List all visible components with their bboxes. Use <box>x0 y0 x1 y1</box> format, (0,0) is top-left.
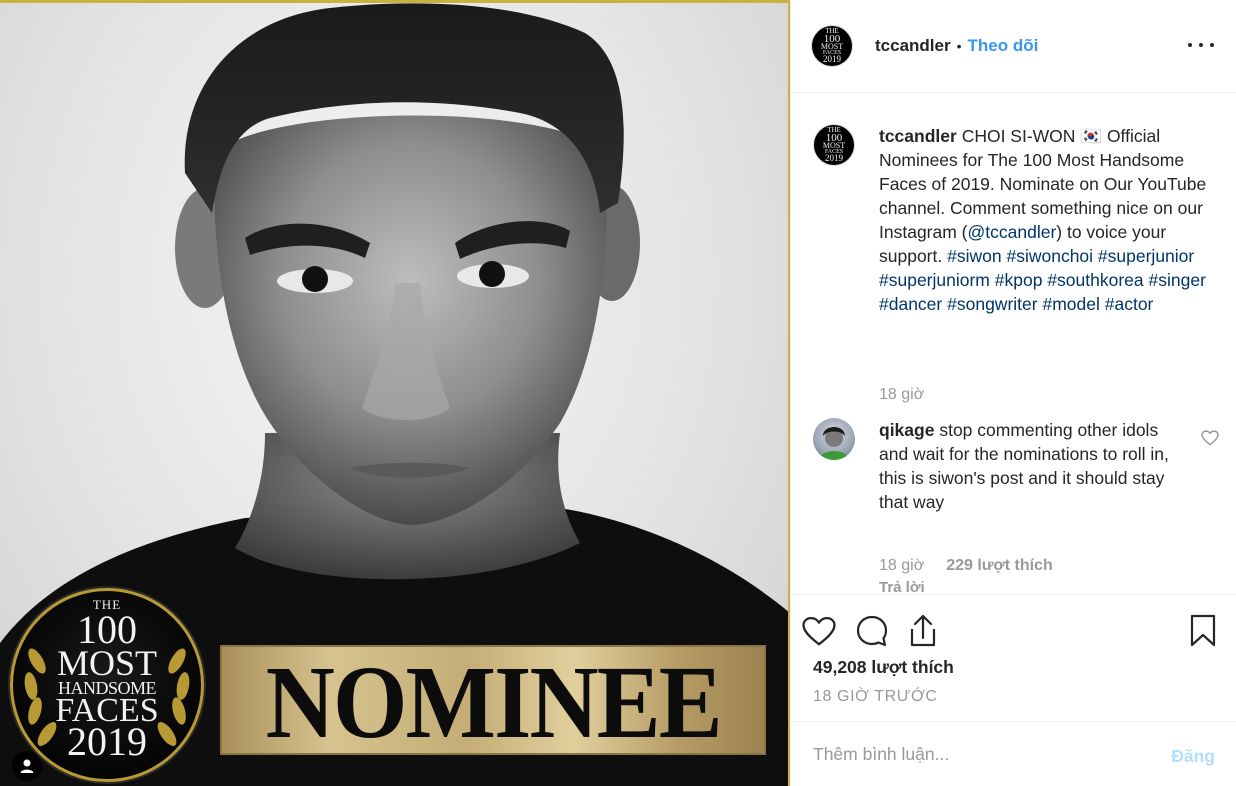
post-actions: 49,208 lượt thích 18 GIỜ TRƯỚC <box>791 594 1236 721</box>
hashtag[interactable]: #kpop <box>995 270 1043 290</box>
comment-meta: 18 giờ 229 lượt thích <box>879 557 1053 575</box>
comment-timestamp[interactable]: 18 giờ <box>879 557 924 575</box>
share-icon[interactable] <box>905 613 941 649</box>
handsome-faces-logo: THE 100 MOST HANDSOME FACES 2019 <box>10 588 204 782</box>
more-options-icon[interactable] <box>1188 36 1214 54</box>
hashtag[interactable]: #southkorea <box>1047 270 1143 290</box>
author-avatar[interactable]: THE 100 MOST FACES 2019 <box>811 25 853 67</box>
separator-dot: • <box>956 38 962 54</box>
caption-avatar-logo: THE 100 MOST FACES 2019 <box>822 125 846 163</box>
author-avatar-logo: THE 100 MOST FACES 2019 <box>820 26 844 64</box>
post-comment-button[interactable]: Đăng <box>1171 746 1215 767</box>
hashtag[interactable]: #songwriter <box>947 294 1037 314</box>
commenter-avatar-image <box>819 427 849 460</box>
follow-button[interactable]: Theo dõi <box>968 36 1039 56</box>
commenter-username[interactable]: qikage <box>879 420 934 440</box>
instagram-post-modal: THE 100 MOST HANDSOME FACES 2019 NOMINEE… <box>0 0 1236 786</box>
comment-input[interactable] <box>813 743 1143 765</box>
comment-text: qikage stop commenting other idols and w… <box>879 418 1169 514</box>
post-header: THE 100 MOST FACES 2019 tccandler • Theo dõi <box>791 0 1236 93</box>
comments-list[interactable]: THE 100 MOST FACES 2019 tccandler CHOI SI-WO… <box>791 94 1236 594</box>
add-comment-bar: Đăng <box>791 721 1236 786</box>
hashtag[interactable]: #dancer <box>879 294 942 314</box>
hashtag[interactable]: #superjunior <box>1098 246 1194 266</box>
post-timestamp[interactable]: 18 GIỜ TRƯỚC <box>813 688 937 706</box>
comment-likes[interactable]: 229 lượt thích <box>946 557 1053 575</box>
hashtag[interactable]: #siwonchoi <box>1006 246 1093 266</box>
caption-timestamp[interactable]: 18 giờ <box>879 386 924 404</box>
post-likes-count[interactable]: 49,208 lượt thích <box>813 657 954 678</box>
user-icon <box>20 759 34 773</box>
comment-icon[interactable] <box>854 613 890 649</box>
bookmark-icon[interactable] <box>1185 613 1221 649</box>
author-username[interactable]: tccandler <box>875 36 951 56</box>
caption-mention[interactable]: @tccandler <box>968 222 1057 242</box>
reply-button[interactable]: Trả lời <box>879 579 925 594</box>
user-tag-button[interactable] <box>12 751 42 781</box>
hashtag[interactable]: #singer <box>1149 270 1206 290</box>
like-icon[interactable] <box>801 613 837 649</box>
post-photo[interactable]: THE 100 MOST HANDSOME FACES 2019 NOMINEE <box>0 0 790 786</box>
comment-like-icon[interactable] <box>1201 430 1219 451</box>
hashtag[interactable]: #superjuniorm <box>879 270 990 290</box>
nominee-text: NOMINEE <box>265 645 723 760</box>
comment-item: qikage stop commenting other idols and w… <box>813 418 1169 514</box>
nominee-banner: NOMINEE <box>220 645 766 755</box>
caption-username[interactable]: tccandler <box>879 126 957 146</box>
caption-text: tccandler CHOI SI-WON 🇰🇷 Official Nomine… <box>879 124 1229 316</box>
caption-author-avatar[interactable]: THE 100 MOST FACES 2019 <box>813 124 855 166</box>
logo-wordmark: THE 100 MOST HANDSOME FACES 2019 <box>55 597 159 765</box>
hashtag[interactable]: #actor <box>1105 294 1154 314</box>
hashtag[interactable]: #siwon <box>947 246 1001 266</box>
caption: THE 100 MOST FACES 2019 tccandler CHOI SI-WO… <box>813 124 1229 316</box>
post-details-panel: THE 100 MOST FACES 2019 tccandler • Theo dõi… <box>790 0 1236 786</box>
commenter-avatar[interactable] <box>813 418 855 460</box>
hashtag[interactable]: #model <box>1042 294 1099 314</box>
